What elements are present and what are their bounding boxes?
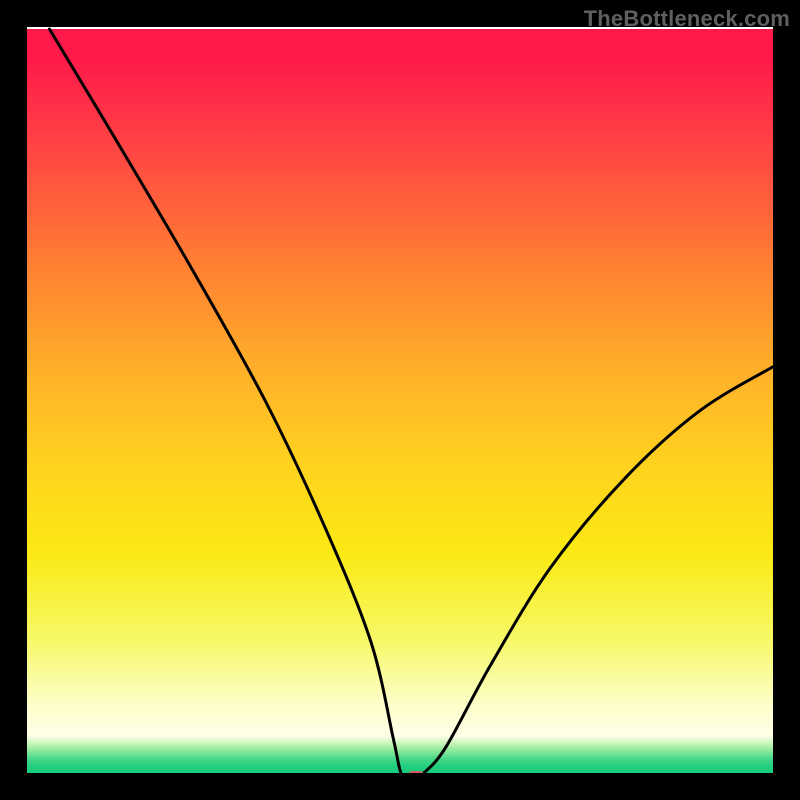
bottleneck-chart [0,0,800,800]
gradient-background [27,29,775,777]
watermark-label: TheBottleneck.com [584,6,790,32]
chart-container: TheBottleneck.com [0,0,800,800]
plot-area [14,14,787,787]
